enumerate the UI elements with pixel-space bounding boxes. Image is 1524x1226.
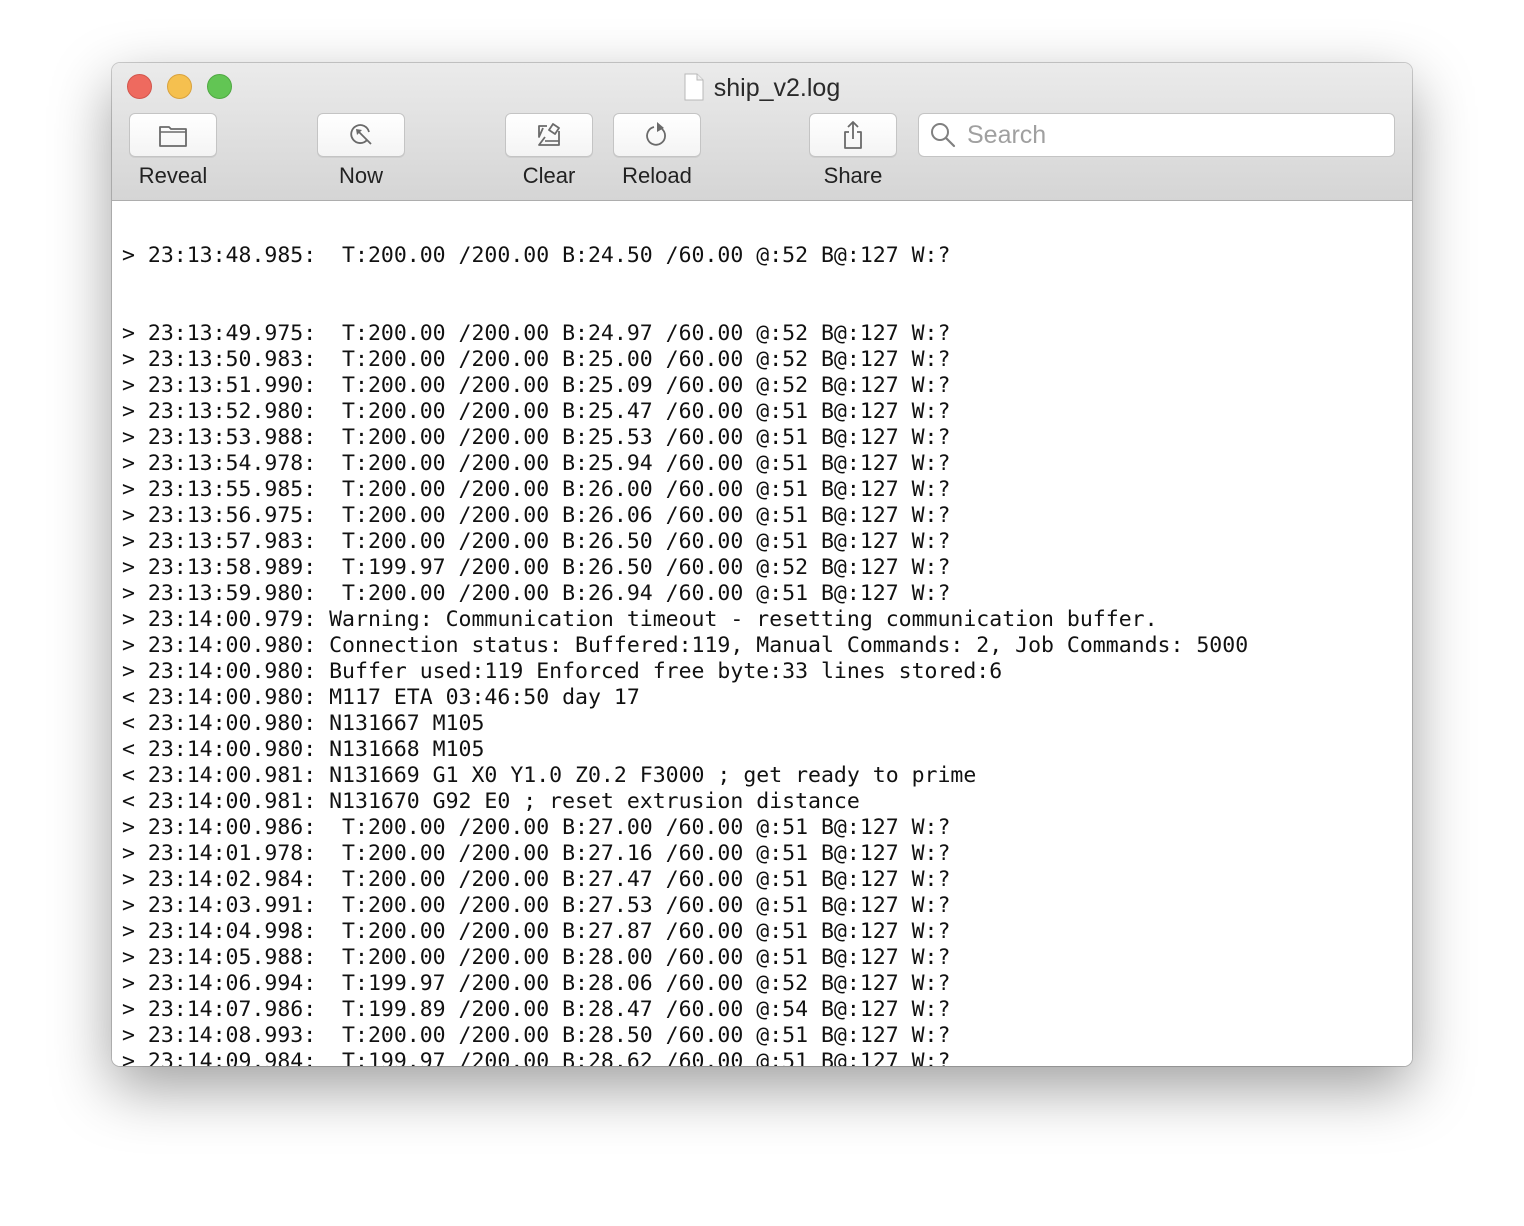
reload-button[interactable] bbox=[613, 113, 701, 157]
log-line: > 23:14:09.984: T:199.97 /200.00 B:28.62… bbox=[122, 1049, 951, 1066]
reload-icon bbox=[646, 122, 666, 146]
clear-button[interactable] bbox=[505, 113, 593, 157]
log-line: > 23:13:54.978: T:200.00 /200.00 B:25.94… bbox=[122, 451, 951, 476]
log-line: > 23:14:07.986: T:199.89 /200.00 B:28.47… bbox=[122, 997, 951, 1022]
log-line: > 23:13:58.989: T:199.97 /200.00 B:26.50… bbox=[122, 555, 951, 580]
log-line: > 23:14:08.993: T:200.00 /200.00 B:28.50… bbox=[122, 1023, 951, 1048]
log-line: > 23:14:03.991: T:200.00 /200.00 B:27.53… bbox=[122, 893, 951, 918]
log-line: > 23:14:04.998: T:200.00 /200.00 B:27.87… bbox=[122, 919, 951, 944]
document-icon bbox=[684, 73, 704, 101]
log-line: > 23:13:53.988: T:200.00 /200.00 B:25.53… bbox=[122, 425, 951, 450]
log-line: < 23:14:00.980: M117 ETA 03:46:50 day 17 bbox=[122, 685, 640, 710]
log-line: > 23:13:51.990: T:200.00 /200.00 B:25.09… bbox=[122, 373, 951, 398]
log-content: > 23:13:48.985: T:200.00 /200.00 B:24.50… bbox=[122, 201, 1248, 1066]
now-button[interactable] bbox=[317, 113, 405, 157]
log-line: < 23:14:00.980: N131668 M105 bbox=[122, 737, 485, 762]
log-line: > 23:14:00.986: T:200.00 /200.00 B:27.00… bbox=[122, 815, 951, 840]
log-line: > 23:13:49.975: T:200.00 /200.00 B:24.97… bbox=[122, 321, 951, 346]
log-line: > 23:14:00.980: Connection status: Buffe… bbox=[122, 633, 1249, 658]
log-line: > 23:14:06.994: T:199.97 /200.00 B:28.06… bbox=[122, 971, 951, 996]
now-label: Now bbox=[338, 163, 383, 188]
log-line: > 23:14:02.984: T:200.00 /200.00 B:27.47… bbox=[122, 867, 951, 892]
log-line: > 23:14:00.979: Warning: Communication t… bbox=[122, 607, 1158, 632]
log-line: > 23:14:05.988: T:200.00 /200.00 B:28.00… bbox=[122, 945, 951, 970]
share-icon bbox=[844, 121, 862, 149]
log-view[interactable]: > 23:13:48.985: T:200.00 /200.00 B:24.50… bbox=[112, 201, 1412, 1066]
log-line: > 23:14:01.978: T:200.00 /200.00 B:27.16… bbox=[122, 841, 951, 866]
log-line: < 23:14:00.981: N131670 G92 E0 ; reset e… bbox=[122, 789, 860, 814]
search-icon bbox=[931, 123, 956, 148]
reveal-button[interactable] bbox=[129, 113, 217, 157]
log-line: > 23:13:50.983: T:200.00 /200.00 B:25.00… bbox=[122, 347, 951, 372]
log-line: < 23:14:00.980: N131667 M105 bbox=[122, 711, 485, 736]
log-line: > 23:13:59.980: T:200.00 /200.00 B:26.94… bbox=[122, 581, 951, 606]
cursor-target-icon bbox=[350, 124, 372, 145]
reload-label: Reload bbox=[622, 163, 692, 188]
search-input[interactable] bbox=[965, 119, 1394, 151]
folder-icon bbox=[159, 126, 187, 147]
reveal-label: Reveal bbox=[138, 163, 208, 188]
clear-label: Clear bbox=[522, 163, 576, 188]
window-title-text: ship_v2.log bbox=[713, 74, 841, 102]
log-line: > 23:13:55.985: T:200.00 /200.00 B:26.00… bbox=[122, 477, 951, 502]
log-line: > 23:13:52.980: T:200.00 /200.00 B:25.47… bbox=[122, 399, 951, 424]
title-bar[interactable]: ship_v2.log Reveal Now Clear Reload Shar… bbox=[112, 63, 1412, 201]
log-line: > 23:14:00.980: Buffer used:119 Enforced… bbox=[122, 659, 1003, 684]
log-line-partial: > 23:13:48.985: T:200.00 /200.00 B:24.50… bbox=[122, 243, 951, 268]
search-field[interactable] bbox=[918, 113, 1395, 157]
console-window: ship_v2.log Reveal Now Clear Reload Shar… bbox=[112, 63, 1412, 1066]
eraser-icon bbox=[538, 123, 560, 146]
window-title: ship_v2.log bbox=[112, 71, 1412, 105]
log-line: > 23:13:57.983: T:200.00 /200.00 B:26.50… bbox=[122, 529, 951, 554]
share-button[interactable] bbox=[809, 113, 897, 157]
share-label: Share bbox=[823, 163, 883, 188]
log-line: < 23:14:00.981: N131669 G1 X0 Y1.0 Z0.2 … bbox=[122, 763, 977, 788]
log-line: > 23:13:56.975: T:200.00 /200.00 B:26.06… bbox=[122, 503, 951, 528]
